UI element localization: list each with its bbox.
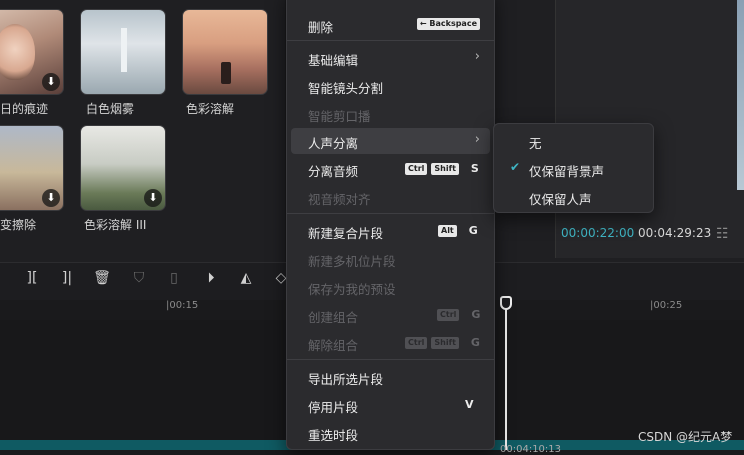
chevron-right-icon: ›: [474, 49, 480, 64]
menu-item-smart-scene-split[interactable]: 智能镜头分割: [291, 73, 490, 99]
download-icon[interactable]: ⬇: [42, 189, 60, 207]
playhead[interactable]: [505, 300, 507, 450]
key-letter: G: [470, 336, 480, 349]
total-timecode: 00:04:29:23: [638, 226, 712, 240]
key-letter: V: [465, 398, 474, 411]
split-left-icon[interactable]: ][: [22, 270, 42, 286]
figure-image: [221, 62, 231, 84]
menu-item-label: 保存为我的预设: [308, 282, 396, 297]
thumbnail-label: 变擦除: [0, 218, 37, 232]
submenu-item-keep-background[interactable]: ✔ 仅保留背景声: [498, 156, 649, 182]
shortcut: Ctrl G: [437, 308, 480, 321]
menu-item-label: 解除组合: [308, 338, 359, 353]
vocal-separation-submenu: 无 ✔ 仅保留背景声 仅保留人声: [493, 123, 654, 213]
key-badge: ← Backspace: [416, 18, 480, 30]
key-badge: Ctrl: [405, 162, 428, 175]
thumbnail-label: 日的痕迹: [0, 102, 49, 116]
key-badge: Ctrl: [405, 336, 428, 349]
menu-divider: [287, 40, 494, 41]
menu-item-label: 新建复合片段: [308, 226, 384, 241]
effect-thumbnail[interactable]: ⬇: [0, 9, 64, 95]
current-timecode: 00:00:22:00: [561, 226, 635, 240]
tower-image: [121, 28, 127, 72]
key-letter: S: [470, 162, 479, 175]
menu-item-label: 智能剪口播: [308, 109, 371, 124]
portrait-image: [0, 24, 35, 80]
menu-item-label: 智能镜头分割: [308, 81, 384, 96]
shortcut: V: [457, 398, 474, 411]
submenu-item-keep-vocals[interactable]: 仅保留人声: [498, 184, 649, 210]
shortcut: Ctrl Shift S: [405, 162, 479, 175]
effect-thumbnail[interactable]: ⬇: [0, 125, 64, 211]
menu-divider: [287, 359, 494, 360]
key-badge: Shift: [431, 162, 459, 175]
key-badge: Shift: [431, 336, 459, 349]
download-icon[interactable]: ⬇: [144, 189, 162, 207]
submenu-item-none[interactable]: 无: [498, 128, 649, 154]
ruler-label: |00:15: [166, 300, 199, 311]
submenu-item-label: 无: [529, 136, 542, 151]
shortcut: Ctrl Shift G: [405, 336, 480, 349]
menu-item-smart-cut: 智能剪口播: [291, 101, 490, 127]
menu-item-save-preset: 保存为我的预设: [291, 274, 490, 300]
split-right-icon[interactable]: ]|: [57, 270, 77, 286]
ruler-label: |00:25: [650, 300, 683, 311]
key-badge: Alt: [438, 224, 457, 237]
key-letter: G: [468, 224, 478, 237]
menu-item-reselect-range[interactable]: 重选时段: [291, 420, 490, 446]
download-icon[interactable]: ⬇: [42, 73, 60, 91]
menu-item-label: 分离音频: [308, 164, 359, 179]
menu-item-label: 导出所选片段: [308, 372, 384, 387]
menu-item-separate-audio[interactable]: 分离音频 Ctrl Shift S: [291, 156, 490, 182]
menu-item-disable-clip[interactable]: 停用片段 V: [291, 392, 490, 418]
menu-item-ungroup: 解除组合 Ctrl Shift G: [291, 330, 490, 356]
submenu-item-label: 仅保留人声: [529, 192, 592, 207]
grid-icon[interactable]: ☷: [716, 226, 729, 242]
key-letter: G: [471, 308, 481, 321]
menu-item-label: 人声分离: [308, 136, 359, 151]
submenu-item-label: 仅保留背景声: [529, 164, 605, 179]
shortcut: Alt G: [438, 224, 478, 237]
menu-divider: [287, 213, 494, 214]
menu-item-delete[interactable]: 删除 ← Backspace: [291, 12, 490, 38]
menu-item-new-compound-clip[interactable]: 新建复合片段 Alt G: [291, 218, 490, 244]
key-badge: Ctrl: [437, 308, 460, 321]
menu-item-basic-edit[interactable]: 基础编辑 ›: [291, 45, 490, 71]
freeze-frame-icon[interactable]: ▯: [164, 270, 184, 286]
thumbnail-label: 白色烟雾: [86, 102, 135, 116]
menu-item-label: 基础编辑: [308, 53, 359, 68]
delete-icon[interactable]: 🗑: [92, 270, 112, 286]
menu-item-label: 重选时段: [308, 428, 359, 443]
menu-item-label: 创建组合: [308, 310, 359, 325]
menu-item-export-selected[interactable]: 导出所选片段: [291, 364, 490, 390]
chevron-right-icon: ›: [474, 132, 480, 147]
thumbnail-label: 色彩溶解: [186, 102, 235, 116]
menu-item-av-align: 视音频对齐: [291, 184, 490, 210]
shortcut: ← Backspace: [416, 18, 480, 30]
watermark: CSDN @纪元A梦: [638, 430, 733, 444]
menu-item-new-multicam-clip: 新建多机位片段: [291, 246, 490, 272]
thumbnail-label: 色彩溶解 III: [84, 218, 147, 232]
menu-item-label: 新建多机位片段: [308, 254, 396, 269]
menu-item-label: 删除: [308, 20, 334, 35]
shield-icon[interactable]: ⛉: [129, 270, 149, 286]
checkmark-icon: ✔: [510, 160, 521, 174]
menu-item-label: 视音频对齐: [308, 192, 371, 207]
play-reverse-icon[interactable]: ⏵: [201, 270, 221, 286]
media-library: ⬇ ⬇ ⬇ 日的痕迹 白色烟雾 色彩溶解 变擦除 色彩溶解 III: [0, 0, 285, 262]
video-preview: [737, 0, 744, 190]
menu-item-vocal-separation[interactable]: 人声分离 ›: [291, 128, 490, 154]
mirror-icon[interactable]: ◭: [236, 270, 256, 286]
effect-thumbnail[interactable]: [80, 9, 166, 95]
context-menu: 删除 ← Backspace 基础编辑 › 智能镜头分割 智能剪口播 人声分离 …: [286, 0, 495, 450]
effect-thumbnail[interactable]: [182, 9, 268, 95]
menu-item-create-group: 创建组合 Ctrl G: [291, 302, 490, 328]
playhead-handle[interactable]: [500, 296, 512, 310]
menu-item-label: 停用片段: [308, 400, 359, 415]
effect-thumbnail[interactable]: ⬇: [80, 125, 166, 211]
